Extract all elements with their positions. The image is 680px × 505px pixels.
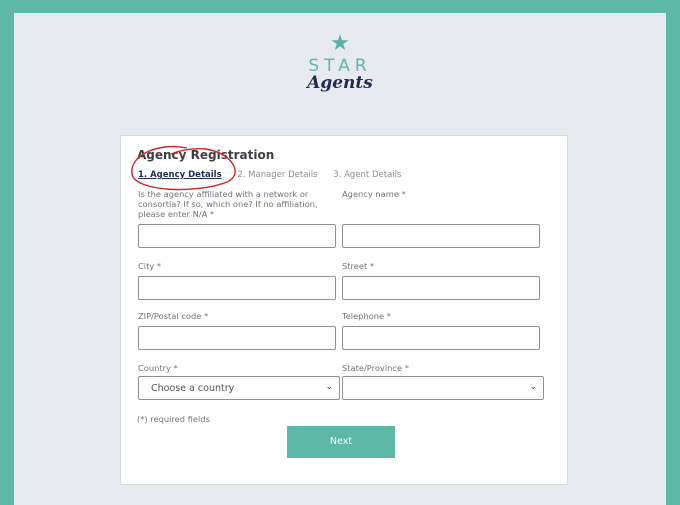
country-label: Country * — [138, 363, 178, 373]
logo-agents-text: Agents — [307, 73, 373, 93]
zip-input[interactable] — [138, 326, 336, 350]
tab-agent-details[interactable]: 3. Agent Details — [333, 170, 401, 180]
zip-label: ZIP/Postal code * — [138, 311, 209, 321]
step-tabs: 1. Agency Details 2. Manager Details 3. … — [138, 170, 414, 180]
agency-name-label: Agency name * — [342, 189, 406, 199]
state-select[interactable]: ⌄ — [342, 376, 544, 400]
next-button[interactable]: Next — [287, 426, 395, 458]
required-fields-note: (*) required fields — [137, 414, 210, 424]
page-frame: ★ STAR Agents Agency Registration 1. Age… — [14, 13, 666, 505]
country-select[interactable]: Choose a country ⌄ — [138, 376, 340, 400]
city-label: City * — [138, 261, 162, 271]
network-label: Is the agency affiliated with a network … — [138, 189, 318, 219]
chevron-down-icon: ⌄ — [529, 382, 537, 392]
agency-name-input[interactable] — [342, 224, 540, 248]
street-input[interactable] — [342, 276, 540, 300]
telephone-input[interactable] — [342, 326, 540, 350]
country-select-value: Choose a country — [151, 383, 235, 394]
star-icon: ★ — [330, 31, 350, 56]
network-input[interactable] — [138, 224, 336, 248]
chevron-down-icon: ⌄ — [325, 382, 333, 392]
street-label: Street * — [342, 261, 374, 271]
star-agents-logo: ★ STAR Agents — [14, 31, 666, 94]
city-input[interactable] — [138, 276, 336, 300]
tab-manager-details[interactable]: 2. Manager Details — [237, 170, 317, 180]
registration-card: Agency Registration 1. Agency Details 2.… — [120, 135, 568, 485]
tab-agency-details[interactable]: 1. Agency Details — [138, 170, 222, 180]
form-title: Agency Registration — [137, 148, 275, 162]
state-label: State/Province * — [342, 363, 409, 373]
telephone-label: Telephone * — [342, 311, 391, 321]
